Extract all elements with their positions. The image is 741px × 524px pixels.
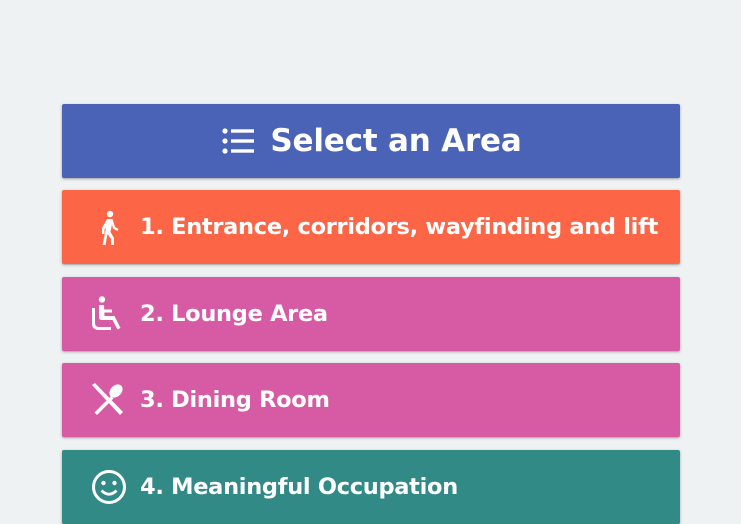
area-item-entrance[interactable]: 1. Entrance, corridors, wayfinding and l… [62, 190, 680, 264]
smiley-face-icon [90, 468, 128, 506]
cutlery-icon [90, 381, 128, 419]
page-title: Select an Area [270, 123, 522, 159]
area-label: 2. Lounge Area [140, 301, 328, 327]
area-item-lounge[interactable]: 2. Lounge Area [62, 277, 680, 351]
seated-person-icon [90, 295, 128, 333]
area-label: 1. Entrance, corridors, wayfinding and l… [140, 214, 659, 240]
walking-person-icon [90, 208, 128, 246]
header-card: Select an Area [62, 104, 680, 178]
area-item-dining[interactable]: 3. Dining Room [62, 363, 680, 437]
area-label: 4. Meaningful Occupation [140, 474, 458, 500]
area-label: 3. Dining Room [140, 387, 330, 413]
list-icon [220, 123, 256, 159]
area-item-occupation[interactable]: 4. Meaningful Occupation [62, 450, 680, 524]
